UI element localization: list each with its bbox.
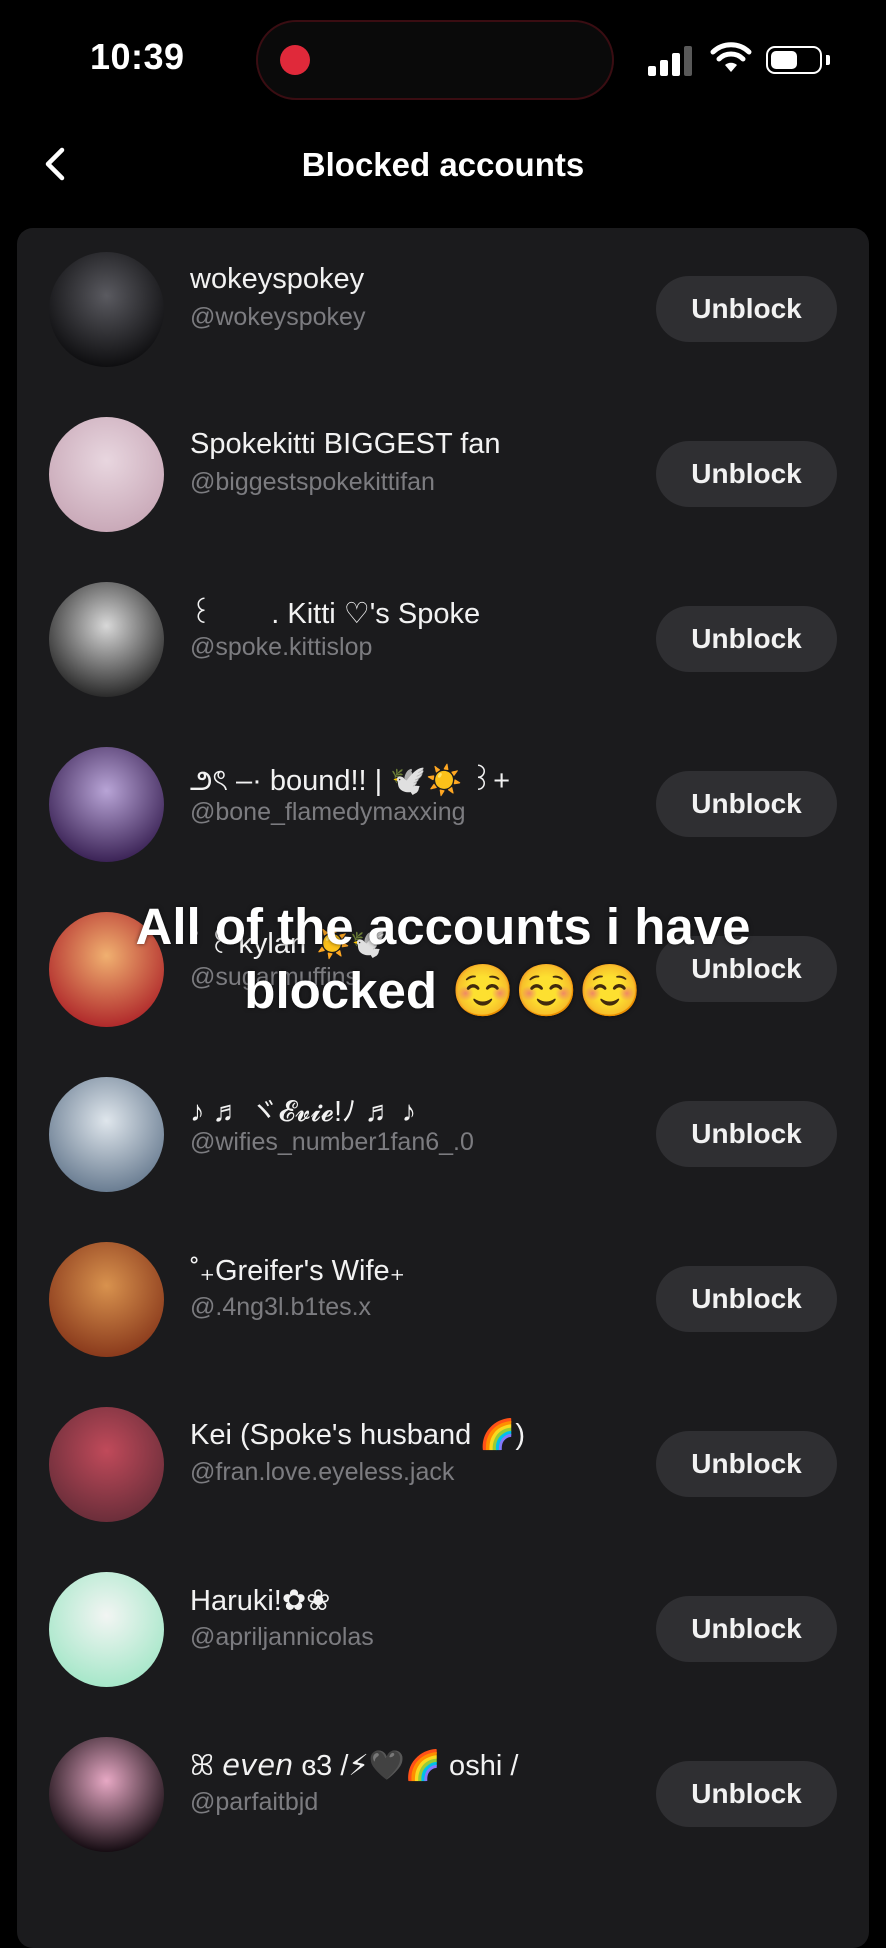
list-item[interactable]: ౨ৎ –· bound!! | 🕊️☀️ ꒱+ @bone_flamedymaxx…	[17, 723, 869, 888]
list-item[interactable]: Kei (Spoke's husband 🌈) @fran.love.eyeles…	[17, 1383, 869, 1548]
username-handle: @spoke.kittislop	[190, 633, 373, 661]
display-name: Kei (Spoke's husband 🌈)	[190, 1419, 526, 1451]
unblock-button[interactable]: Unblock	[656, 1596, 837, 1662]
battery-icon	[766, 46, 822, 74]
avatar[interactable]	[49, 252, 164, 367]
list-item[interactable]: ˚₊Greifer's Wife₊ @.4ng3l.b1tes.x Unblock	[17, 1218, 869, 1383]
username-handle: @fran.love.eyeless.jack	[190, 1458, 455, 1486]
unblock-button[interactable]: Unblock	[656, 1431, 837, 1497]
unblock-button[interactable]: Unblock	[656, 441, 837, 507]
list-item[interactable]: ꒰ ⠀⠀ . Kitti ♡'s Spoke @spoke.kittislop Un…	[17, 558, 869, 723]
avatar[interactable]	[49, 1242, 164, 1357]
status-bar: 10:39	[0, 0, 886, 120]
avatar[interactable]	[49, 747, 164, 862]
avatar[interactable]	[49, 1407, 164, 1522]
avatar[interactable]	[49, 417, 164, 532]
list-item[interactable]: ꕤ 𝘦𝘷𝘦𝘯 ɞ3 /⚡🖤🌈 oshi / @parfaitbjd Unblock	[17, 1713, 869, 1878]
unblock-button[interactable]: Unblock	[656, 1266, 837, 1332]
display-name: wokeyspokey	[190, 263, 365, 295]
display-name: ♪ ♬ ヾ𝓔𝓿𝓲𝓮!ﾉ ♬ ♪	[190, 1096, 417, 1128]
username-handle: @wifies_number1fan6_.0	[190, 1128, 474, 1156]
username-handle: @parfaitbjd	[190, 1788, 319, 1816]
wifi-icon	[710, 42, 752, 72]
unblock-button[interactable]: Unblock	[656, 606, 837, 672]
display-name: Haruki!✿❀	[190, 1585, 331, 1617]
blocked-accounts-list: wokeyspokey @wokeyspokey Unblock Spokekitti…	[17, 228, 869, 1948]
username-handle: @.4ng3l.b1tes.x	[190, 1293, 372, 1321]
video-caption-overlay: All of the accounts i have blocked ☺️☺️☺…	[135, 898, 751, 1019]
avatar[interactable]	[49, 582, 164, 697]
unblock-button[interactable]: Unblock	[656, 1761, 837, 1827]
recording-indicator-icon	[280, 45, 310, 75]
status-time: 10:39	[90, 36, 185, 77]
display-name: ꒰ ⠀⠀ . Kitti ♡'s Spoke	[190, 598, 481, 630]
username-handle: @biggestspokekittifan	[190, 468, 435, 496]
cellular-signal-icon	[648, 46, 694, 76]
page-title: Blocked accounts	[301, 146, 585, 183]
display-name: Spokekitti BIGGEST fan	[190, 428, 501, 460]
list-item[interactable]: wokeyspokey @wokeyspokey Unblock	[17, 228, 869, 393]
header: Blocked accounts	[0, 130, 886, 200]
battery-tip	[826, 55, 830, 65]
unblock-button[interactable]: Unblock	[656, 771, 837, 837]
list-item[interactable]: ♪ ♬ ヾ𝓔𝓿𝓲𝓮!ﾉ ♬ ♪ @wifies_number1fan6_.0 Unb…	[17, 1053, 869, 1218]
display-name: ꕤ 𝘦𝘷𝘦𝘯 ɞ3 /⚡🖤🌈 oshi /	[190, 1750, 519, 1782]
display-name: ˚₊Greifer's Wife₊	[190, 1255, 405, 1287]
avatar[interactable]	[49, 1737, 164, 1852]
dynamic-island	[256, 20, 614, 100]
list-item[interactable]: Spokekitti BIGGEST fan @biggestspokekitti…	[17, 393, 869, 558]
username-handle: @wokeyspokey	[190, 303, 366, 331]
avatar[interactable]	[49, 1572, 164, 1687]
unblock-button[interactable]: Unblock	[656, 276, 837, 342]
username-handle: @bone_flamedymaxxing	[190, 798, 466, 826]
list-item[interactable]: Haruki!✿❀ @apriljannicolas Unblock	[17, 1548, 869, 1713]
avatar[interactable]	[49, 1077, 164, 1192]
username-handle: @apriljannicolas	[190, 1623, 374, 1651]
unblock-button[interactable]: Unblock	[656, 1101, 837, 1167]
